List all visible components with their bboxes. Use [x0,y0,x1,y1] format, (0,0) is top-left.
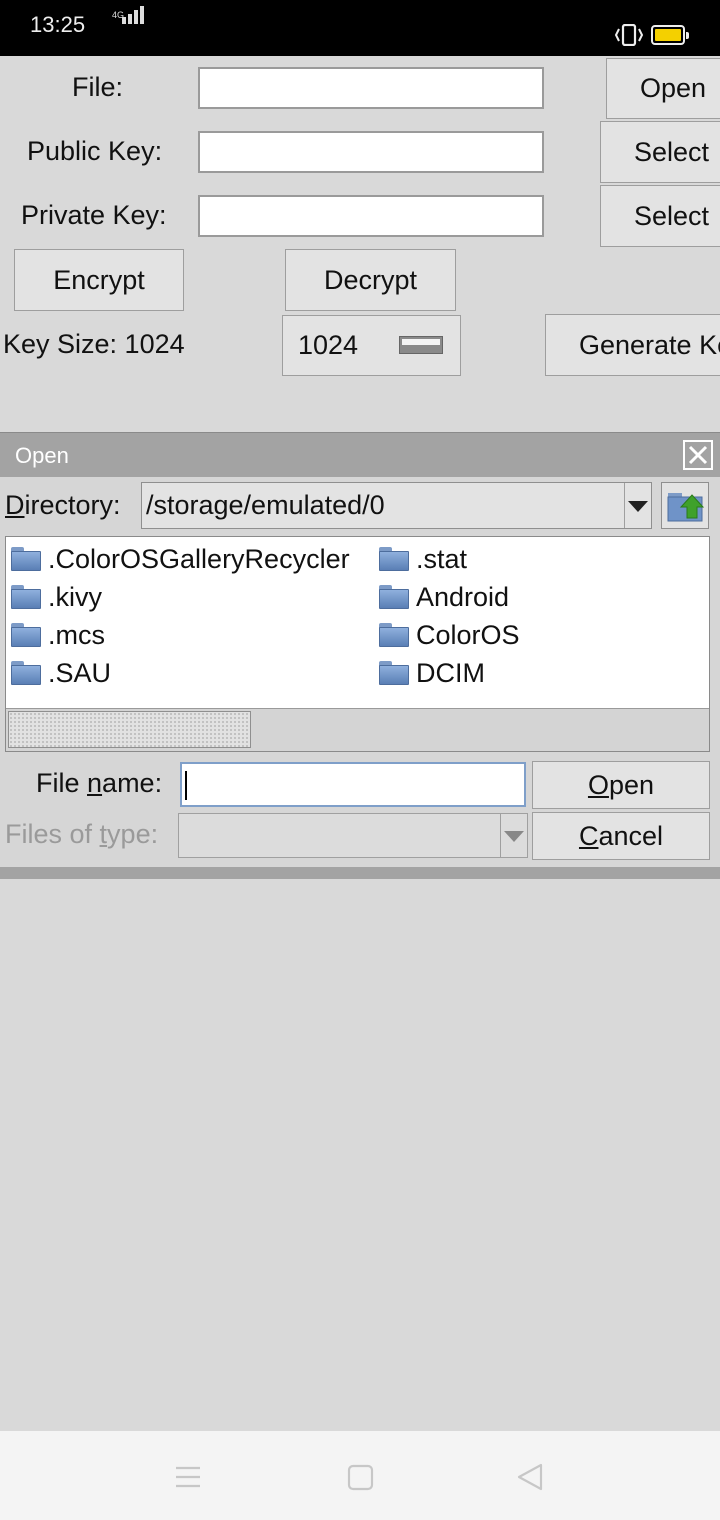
dialog-title: Open [15,443,69,468]
list-item[interactable]: ColorOS [379,617,520,653]
key-size-spinner[interactable]: 1024 [282,315,461,376]
text-cursor [185,771,187,800]
close-icon[interactable] [683,440,713,470]
public-key-input[interactable] [198,131,544,173]
list-item[interactable]: .kivy [11,579,102,615]
select-public-key-button[interactable]: Select [600,121,720,183]
list-item[interactable]: DCIM [379,655,485,691]
open-file-dialog: Open Directory: /storage/emulated/0 .Col… [0,432,720,879]
directory-combo[interactable]: /storage/emulated/0 [141,482,652,529]
list-item[interactable]: .ColorOSGalleryRecycler [11,541,350,577]
folder-icon [11,547,41,571]
folder-icon [379,547,409,571]
key-size-label: Key Size: 1024 [3,329,185,359]
chevron-down-icon [500,814,527,857]
file-name-label: File name: [36,768,163,798]
private-key-label: Private Key: [21,200,167,230]
list-item[interactable]: .stat [379,541,467,577]
folder-icon [11,585,41,609]
list-item[interactable]: .SAU [11,655,111,691]
list-item[interactable]: .mcs [11,617,105,653]
dialog-title-bar: Open [0,433,720,477]
directory-label: Directory: [5,490,121,520]
up-folder-button[interactable] [661,482,709,529]
key-size-value: 1024 [298,330,359,360]
directory-value: /storage/emulated/0 [146,490,385,520]
battery-icon [651,25,689,45]
horizontal-scrollbar[interactable] [6,708,709,751]
select-private-key-button[interactable]: Select [600,185,720,247]
menu-icon[interactable] [174,1464,202,1490]
spinner-handle-icon [399,336,443,354]
file-name-input[interactable] [180,762,526,807]
files-of-type-label: Files of type: [5,819,159,849]
list-item[interactable]: Android [379,579,509,615]
status-time: 13:25 [30,12,86,37]
folder-icon [379,661,409,685]
decrypt-button[interactable]: Decrypt [285,249,456,311]
up-folder-icon [667,493,705,522]
dialog-cancel-button[interactable]: Cancel [532,812,710,860]
back-icon[interactable] [515,1462,545,1492]
dialog-open-button[interactable]: Open [532,761,710,809]
status-bar: 13:25 4G [0,0,720,56]
home-icon[interactable] [347,1464,374,1491]
chevron-down-icon[interactable] [624,483,651,528]
folder-icon [379,623,409,647]
vibrate-icon [614,24,644,46]
public-key-label: Public Key: [27,136,163,166]
file-label: File: [72,72,124,102]
scrollbar-thumb[interactable] [8,711,251,748]
generate-keys-button[interactable]: Generate Keys [545,314,720,376]
folder-icon [379,585,409,609]
folder-icon [11,661,41,685]
encrypt-button[interactable]: Encrypt [14,249,184,311]
files-of-type-combo [178,813,528,858]
folder-icon [11,623,41,647]
private-key-input[interactable] [198,195,544,237]
file-input[interactable] [198,67,544,109]
dialog-bottom-border [0,867,720,879]
file-list[interactable]: .ColorOSGalleryRecycler .kivy .mcs .SAU … [5,536,710,752]
navigation-bar [0,1431,720,1520]
open-file-button[interactable]: Open [606,58,720,119]
